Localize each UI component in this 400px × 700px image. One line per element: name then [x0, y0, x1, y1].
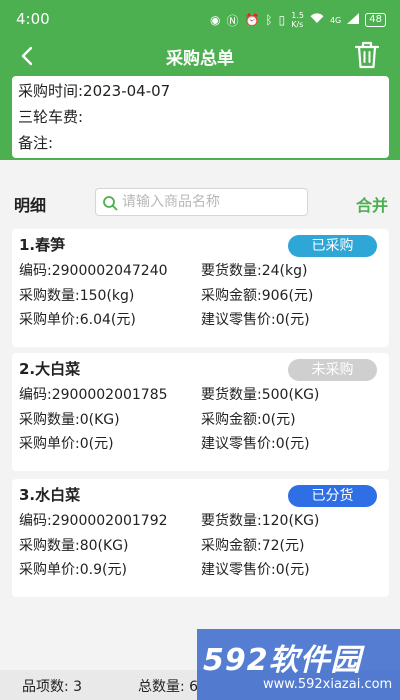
item-name: 2.大白菜 — [19, 360, 81, 378]
unit-price: 采购单价:0.9(元) — [19, 562, 127, 578]
purchase-time: 采购时间:2023-04-07 — [18, 82, 171, 100]
total-qty: 总数量: 6 — [138, 679, 199, 695]
item-code: 编码:2900002047240 — [19, 263, 168, 279]
order-qty: 要货数量:120(KG) — [201, 513, 320, 529]
net-speed-value: 1.5 — [291, 11, 304, 20]
purchase-amount: 采购金额:906(元) — [201, 288, 314, 304]
purchase-qty: 采购数量:150(kg) — [19, 288, 135, 304]
watermark-logo: 592软件园 www.592xiazai.com — [197, 629, 400, 700]
item-code: 编码:2900002001792 — [19, 513, 168, 529]
bluetooth-icon: ᛒ — [265, 13, 273, 27]
net-speed-unit: K/s — [291, 20, 304, 29]
status-bar: 4:00 ◉ Ⓝ ⏰ ᛒ ▯ 1.5 K/s 4G 48 — [0, 0, 400, 40]
signal-label: 4G — [329, 15, 342, 25]
merge-button[interactable]: 合并 — [356, 192, 388, 216]
status-icons: ◉ Ⓝ ⏰ ᛒ ▯ 1.5 K/s 4G 48 — [210, 11, 386, 29]
remark[interactable]: 备注: — [18, 130, 383, 156]
search-box[interactable] — [95, 188, 308, 216]
purchase-amount: 采购金额:0(元) — [201, 412, 296, 428]
purchase-qty: 采购数量:0(KG) — [19, 412, 120, 428]
search-input[interactable] — [122, 192, 302, 212]
alarm-icon: ⏰ — [244, 13, 260, 27]
tricycle-fee[interactable]: 三轮车费: — [18, 104, 383, 130]
order-info-card: 采购时间:2023-04-07 三轮车费: 备注: — [12, 76, 389, 158]
purchase-qty: 采购数量:80(KG) — [19, 538, 129, 554]
item-card[interactable]: 2.大白菜 未采购 编码:2900002001785 要货数量:500(KG) … — [12, 353, 389, 471]
page-title: 采购总单 — [166, 49, 234, 69]
item-card[interactable]: 1.春笋 已采购 编码:2900002047240 要货数量:24(kg) 采购… — [12, 229, 389, 347]
trash-icon[interactable] — [354, 40, 380, 70]
net-speed: 1.5 K/s — [291, 11, 304, 29]
watermark-title: 592软件园 — [203, 643, 362, 678]
retail-price: 建议零售价:0(元) — [201, 436, 310, 452]
status-badge: 未采购 — [288, 359, 377, 381]
status-time: 4:00 — [16, 10, 50, 28]
order-qty: 要货数量:24(kg) — [201, 263, 308, 279]
purchase-amount: 采购金额:72(元) — [201, 538, 305, 554]
signal-icon — [347, 13, 360, 27]
item-count: 品项数: 3 — [22, 679, 83, 695]
retail-price: 建议零售价:0(元) — [201, 562, 310, 578]
detail-title: 明细 — [14, 196, 47, 215]
unit-price: 采购单价:6.04(元) — [19, 312, 136, 328]
item-code: 编码:2900002001785 — [19, 387, 168, 403]
unit-price: 采购单价:0(元) — [19, 436, 114, 452]
eye-icon: ◉ — [209, 13, 221, 27]
search-icon — [102, 195, 118, 211]
battery-icon: 48 — [365, 13, 386, 27]
retail-price: 建议零售价:0(元) — [201, 312, 310, 328]
status-badge: 已采购 — [288, 235, 377, 257]
nfc-icon: Ⓝ — [226, 13, 239, 28]
header: 采购总单 — [0, 40, 400, 74]
status-badge: 已分货 — [288, 485, 377, 507]
detail-section: 明细 合并 1.春笋 已采购 编码:2900002047240 要货数量:24(… — [0, 160, 400, 700]
watermark-url: www.592xiazai.com — [263, 677, 393, 692]
vibrate-icon: ▯ — [278, 13, 286, 27]
item-name: 1.春笋 — [19, 236, 66, 254]
item-card[interactable]: 3.水白菜 已分货 编码:2900002001792 要货数量:120(KG) … — [12, 479, 389, 597]
wifi-icon — [310, 13, 324, 27]
order-qty: 要货数量:500(KG) — [201, 387, 320, 403]
item-name: 3.水白菜 — [19, 486, 81, 504]
